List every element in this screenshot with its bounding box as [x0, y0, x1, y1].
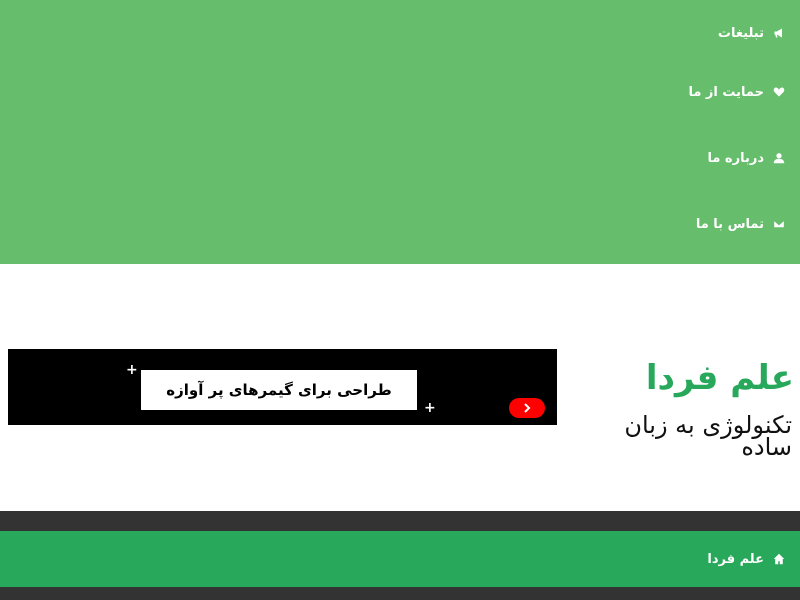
- ad-banner[interactable]: + طراحی برای گیمرهای پر آوازه +: [8, 349, 557, 425]
- home-link-label: علم فردا: [707, 551, 764, 567]
- home-icon: [772, 552, 786, 566]
- site-tagline: تکنولوژی به زبان ساده: [624, 411, 792, 461]
- nav-item-label: تبلیغات: [717, 25, 764, 41]
- nav-item-contact[interactable]: تماس با ما: [696, 191, 786, 257]
- nav-item-support[interactable]: حمایت از ما: [688, 59, 786, 125]
- nav-item-label: درباره ما: [707, 150, 764, 166]
- home-link[interactable]: علم فردا: [707, 531, 786, 587]
- play-arrow-icon[interactable]: [509, 398, 545, 418]
- ad-text-box: طراحی برای گیمرهای پر آوازه: [141, 370, 417, 410]
- user-icon: [772, 151, 786, 165]
- main-nav-bar: علم فردا: [0, 531, 800, 587]
- nav-item-label: حمایت از ما: [688, 84, 764, 100]
- megaphone-icon: [772, 26, 786, 40]
- nav-bottom-border: [0, 587, 800, 600]
- envelope-icon: [772, 217, 786, 231]
- site-title[interactable]: علم فردا: [646, 358, 794, 398]
- nav-item-ads[interactable]: تبلیغات: [718, 0, 786, 66]
- ad-text: طراحی برای گیمرهای پر آوازه: [166, 381, 392, 399]
- nav-item-about[interactable]: درباره ما: [707, 125, 786, 191]
- plus-icon: +: [126, 362, 138, 378]
- heart-icon: [772, 85, 786, 99]
- nav-item-label: تماس با ما: [695, 216, 764, 232]
- plus-icon: +: [424, 400, 436, 416]
- site-header: علم فردا تکنولوژی به زبان ساده + طراحی ب…: [0, 264, 800, 511]
- top-nav-menu: تبلیغات حمایت از ما درباره ما تماس با ما: [0, 0, 800, 264]
- nav-top-border: [0, 511, 800, 531]
